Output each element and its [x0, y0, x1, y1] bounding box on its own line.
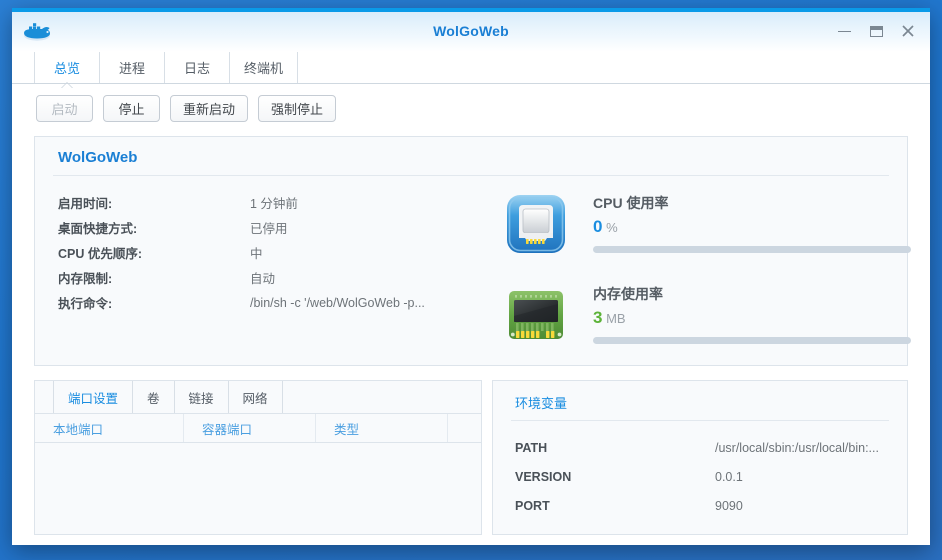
ports-panel-tabs: 端口设置 卷 链接 网络 — [35, 381, 481, 413]
memory-gauge-body: 内存使用率 3 MB — [575, 275, 911, 344]
env-value-path: /usr/local/sbin:/usr/local/bin:... — [715, 441, 879, 455]
column-header-type-label: 类型 — [334, 419, 359, 438]
env-key-port: PORT — [515, 499, 715, 513]
inner-tab-network-label: 网络 — [243, 388, 268, 407]
tab-overview[interactable]: 总览 — [34, 52, 99, 83]
container-name-title: WolGoWeb — [53, 137, 889, 176]
ports-table-body — [35, 443, 481, 535]
stop-button[interactable]: 停止 — [103, 95, 160, 122]
memory-progress-bar — [593, 337, 911, 344]
cpu-gauge-label: CPU 使用率 — [593, 193, 911, 213]
env-value-version: 0.0.1 — [715, 470, 743, 484]
restart-button-label: 重新启动 — [183, 99, 235, 118]
minimize-icon — [838, 31, 851, 32]
force-stop-button-label: 强制停止 — [271, 99, 323, 118]
inner-tab-port-settings[interactable]: 端口设置 — [53, 381, 132, 413]
stop-button-label: 停止 — [118, 99, 144, 118]
main-tab-bar: 总览 进程 日志 终端机 — [12, 52, 930, 84]
inner-tab-links-label: 链接 — [189, 388, 214, 407]
info-label-memory-limit: 内存限制: — [58, 268, 250, 287]
env-row-path: PATH /usr/local/sbin:/usr/local/bin:... — [511, 433, 889, 462]
environment-variables-panel: 环境变量 PATH /usr/local/sbin:/usr/local/bin… — [492, 380, 908, 535]
ports-table-header: 本地端口 容器端口 类型 — [35, 414, 481, 443]
inner-tab-network[interactable]: 网络 — [228, 381, 283, 413]
info-row-command: 执行命令: /bin/sh -c '/web/WolGoWeb -p... — [58, 290, 478, 315]
column-header-spacer — [448, 414, 481, 442]
minimize-button[interactable] — [828, 18, 860, 44]
column-header-local-port[interactable]: 本地端口 — [35, 414, 184, 442]
ports-settings-panel: 端口设置 卷 链接 网络 本地端口 容器端口 — [34, 380, 482, 535]
inner-tab-port-settings-label: 端口设置 — [68, 388, 118, 407]
close-icon — [901, 24, 915, 38]
info-row-uptime: 启用时间: 1 分钟前 — [58, 190, 478, 215]
ports-table: 本地端口 容器端口 类型 — [35, 413, 481, 535]
info-value-cpu-priority: 中 — [250, 243, 263, 262]
cpu-gauge-body: CPU 使用率 0 % — [575, 184, 911, 253]
window-title: WolGoWeb — [12, 23, 930, 39]
start-button[interactable]: 启动 — [36, 95, 93, 122]
cpu-progress-bar — [593, 246, 911, 253]
force-stop-button[interactable]: 强制停止 — [258, 95, 336, 122]
tab-bar-separator — [12, 83, 930, 84]
tab-process[interactable]: 进程 — [99, 52, 164, 83]
tab-terminal-label: 终端机 — [244, 58, 283, 77]
maximize-button[interactable] — [860, 18, 892, 44]
action-toolbar: 启动 停止 重新启动 强制停止 — [12, 84, 930, 132]
cpu-gauge-unit: % — [606, 220, 618, 235]
memory-gauge-value: 3 MB — [593, 308, 911, 328]
memory-gauge: 内存使用率 3 MB — [503, 275, 889, 366]
info-value-shortcut: 已停用 — [250, 218, 288, 237]
info-row-memory-limit: 内存限制: 自动 — [58, 265, 478, 290]
close-button[interactable] — [892, 18, 924, 44]
env-key-version: VERSION — [515, 470, 715, 484]
window-controls — [828, 18, 924, 44]
cpu-gauge-number: 0 — [593, 217, 602, 236]
tab-log[interactable]: 日志 — [164, 52, 229, 83]
column-header-type[interactable]: 类型 — [316, 414, 448, 442]
resource-gauges: CPU 使用率 0 % — [503, 184, 889, 366]
inner-tab-volumes-label: 卷 — [147, 388, 160, 407]
maximize-icon — [870, 26, 883, 37]
tab-process-label: 进程 — [119, 58, 145, 77]
inner-tab-volumes[interactable]: 卷 — [132, 381, 174, 413]
env-variable-list: PATH /usr/local/sbin:/usr/local/bin:... … — [511, 421, 889, 520]
title-bar: WolGoWeb — [12, 12, 930, 52]
cpu-gauge-value: 0 % — [593, 217, 911, 237]
cpu-gauge: CPU 使用率 0 % — [503, 184, 889, 275]
app-window: WolGoWeb 总览 进程 日志 — [12, 8, 930, 545]
inner-tab-links[interactable]: 链接 — [174, 381, 228, 413]
restart-button[interactable]: 重新启动 — [170, 95, 248, 122]
env-value-port: 9090 — [715, 499, 743, 513]
tab-log-label: 日志 — [184, 58, 210, 77]
memory-gauge-unit: MB — [606, 311, 626, 326]
info-label-cpu-priority: CPU 优先顺序: — [58, 243, 250, 262]
tab-overview-label: 总览 — [54, 58, 80, 77]
info-label-uptime: 启用时间: — [58, 193, 250, 212]
info-detail-list: 启用时间: 1 分钟前 桌面快捷方式: 已停用 CPU 优先顺序: 中 内存限制… — [58, 190, 478, 315]
column-header-container-port[interactable]: 容器端口 — [184, 414, 316, 442]
info-value-uptime: 1 分钟前 — [250, 193, 298, 212]
env-row-port: PORT 9090 — [511, 491, 889, 520]
column-header-local-port-label: 本地端口 — [53, 419, 103, 438]
content-area: WolGoWeb 启用时间: 1 分钟前 桌面快捷方式: 已停用 CPU 优先顺… — [12, 132, 930, 545]
env-row-version: VERSION 0.0.1 — [511, 462, 889, 491]
info-value-memory-limit: 自动 — [250, 268, 275, 287]
tab-terminal[interactable]: 终端机 — [229, 52, 298, 83]
info-row-shortcut: 桌面快捷方式: 已停用 — [58, 215, 478, 240]
info-body: 启用时间: 1 分钟前 桌面快捷方式: 已停用 CPU 优先顺序: 中 内存限制… — [53, 176, 889, 358]
start-button-label: 启动 — [51, 99, 77, 118]
column-header-container-port-label: 容器端口 — [202, 419, 252, 438]
container-info-panel: WolGoWeb 启用时间: 1 分钟前 桌面快捷方式: 已停用 CPU 优先顺… — [34, 136, 908, 366]
memory-gauge-number: 3 — [593, 308, 602, 327]
env-key-path: PATH — [515, 441, 715, 455]
info-label-shortcut: 桌面快捷方式: — [58, 218, 250, 237]
memory-gauge-label: 内存使用率 — [593, 284, 911, 304]
env-panel-title[interactable]: 环境变量 — [511, 381, 889, 421]
memory-ram-icon — [503, 275, 575, 353]
info-row-cpu-priority: CPU 优先顺序: 中 — [58, 240, 478, 265]
info-label-command: 执行命令: — [58, 293, 250, 312]
cpu-chip-icon — [503, 184, 575, 262]
info-value-command: /bin/sh -c '/web/WolGoWeb -p... — [250, 296, 425, 310]
